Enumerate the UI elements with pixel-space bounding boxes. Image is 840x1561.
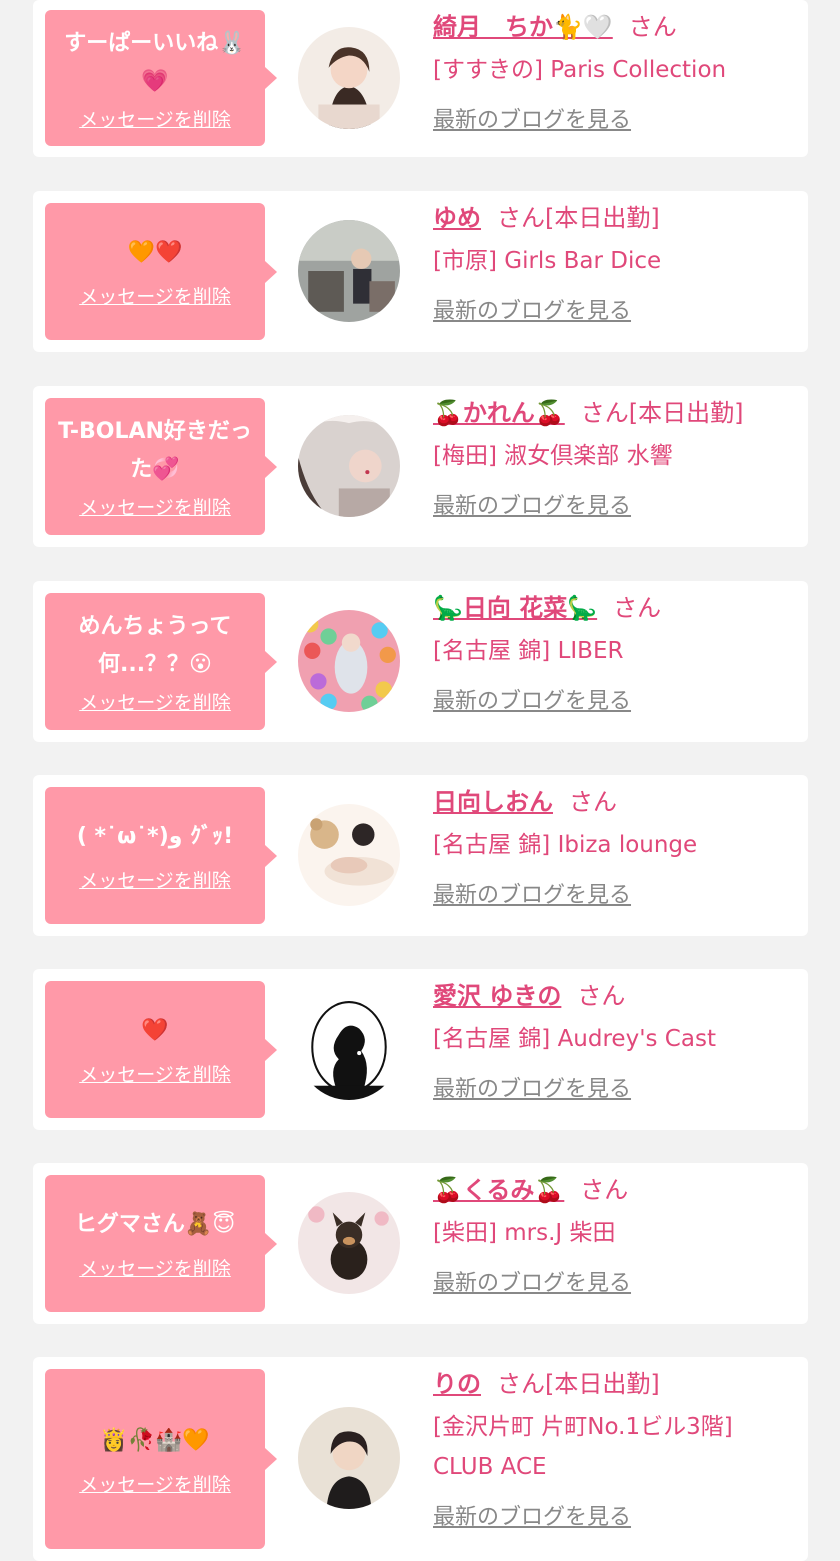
honorific: さん	[569, 788, 617, 816]
cast-name-link[interactable]: りの	[433, 1370, 481, 1398]
honorific: さん	[628, 13, 677, 41]
honorific: さん	[577, 982, 626, 1010]
avatar-photo-flowers	[298, 415, 400, 517]
honorific: さん	[613, 594, 662, 622]
avatar-photo-room	[298, 220, 400, 322]
shop-name: [名古屋 錦] Ibiza lounge	[433, 832, 698, 858]
delete-message-link[interactable]: メッセージを削除	[79, 105, 231, 132]
shop-name: [金沢片町 片町No.1ビル3階] CLUB ACE	[433, 1414, 733, 1480]
avatar[interactable]	[298, 1192, 400, 1294]
message-text: ❤️	[141, 1018, 169, 1043]
message-card: めんちょうって何...？？😮 メッセージを削除 🦕日向 花菜🦕 さん [名古屋 錦…	[33, 581, 808, 742]
latest-blog-link[interactable]: 最新のブログを見る	[433, 877, 631, 909]
cast-name-link[interactable]: 🍒くるみ🍒	[433, 1176, 564, 1204]
avatar[interactable]	[298, 1407, 400, 1509]
delete-message-link[interactable]: メッセージを削除	[79, 1060, 231, 1087]
message-text: ( *˙ω˙*)و ｸﾞｯ!	[76, 824, 234, 849]
message-text: T-BOLAN好きだった💞	[58, 419, 252, 482]
cast-info: 🍒くるみ🍒 さん [柴田] mrs.J 柴田 最新のブログを見る	[433, 1171, 794, 1297]
avatar-photo-balls	[298, 610, 400, 712]
cast-info: ゆめ さん[本日出勤] [市原] Girls Bar Dice 最新のブログを見る	[433, 199, 794, 325]
shop-name: [名古屋 錦] Audrey's Cast	[433, 1026, 716, 1052]
cast-info: 愛沢 ゆきの さん [名古屋 錦] Audrey's Cast 最新のブログを見る	[433, 977, 794, 1103]
cast-info: 綺月 ちか🐈🤍 さん [すすきの] Paris Collection 最新のブログ…	[433, 8, 794, 134]
message-card: ( *˙ω˙*)و ｸﾞｯ! メッセージを削除 日向しおん さん [名古屋 錦] …	[33, 775, 808, 936]
delete-message-link[interactable]: メッセージを削除	[79, 866, 231, 893]
avatar[interactable]	[298, 27, 400, 129]
message-bubble: ( *˙ω˙*)و ｸﾞｯ! メッセージを削除	[45, 787, 277, 924]
status-label: [本日出勤]	[628, 399, 744, 427]
honorific: さん	[497, 204, 545, 232]
delete-message-link[interactable]: メッセージを削除	[79, 282, 231, 309]
latest-blog-link[interactable]: 最新のブログを見る	[433, 1265, 631, 1297]
message-text: 👸🥀🏰🧡	[100, 1427, 210, 1453]
message-text: すーぱーいいね🐰💗	[64, 30, 246, 94]
latest-blog-link[interactable]: 最新のブログを見る	[433, 1071, 631, 1103]
message-text: めんちょうって何...？？😮	[78, 614, 232, 677]
avatar-photo-portrait	[298, 1407, 400, 1509]
latest-blog-link[interactable]: 最新のブログを見る	[433, 102, 631, 134]
delete-message-link[interactable]: メッセージを削除	[79, 1470, 231, 1497]
cast-info: 🦕日向 花菜🦕 さん [名古屋 錦] LIBER 最新のブログを見る	[433, 589, 794, 715]
cast-name-link[interactable]: ゆめ	[433, 204, 481, 232]
avatar[interactable]	[298, 804, 400, 906]
avatar[interactable]	[298, 610, 400, 712]
message-card: すーぱーいいね🐰💗 メッセージを削除 綺月 ちか🐈🤍 さん [すすきの] Pari…	[33, 0, 808, 157]
delete-message-link[interactable]: メッセージを削除	[79, 688, 231, 715]
avatar-logo-silhouette	[298, 998, 400, 1100]
cast-name-link[interactable]: 愛沢 ゆきの	[433, 982, 561, 1010]
latest-blog-link[interactable]: 最新のブログを見る	[433, 488, 631, 520]
shop-name: [すすきの] Paris Collection	[433, 57, 727, 83]
message-bubble: すーぱーいいね🐰💗 メッセージを削除	[45, 10, 277, 146]
shop-name: [柴田] mrs.J 柴田	[433, 1220, 616, 1246]
shop-name: [梅田] 淑女倶楽部 水響	[433, 443, 673, 469]
cast-name-link[interactable]: 綺月 ちか🐈🤍	[433, 13, 613, 41]
avatar[interactable]	[298, 415, 400, 517]
shop-name: [市原] Girls Bar Dice	[433, 248, 662, 274]
message-card: T-BOLAN好きだった💞 メッセージを削除 🍒かれん🍒 さん[本日出勤] [梅田…	[33, 386, 808, 547]
cast-name-link[interactable]: 🍒かれん🍒	[433, 399, 565, 427]
message-card: 🧡❤️ メッセージを削除 ゆめ さん[本日出勤] [市原] Girls Bar D…	[33, 191, 808, 352]
message-bubble: 🧡❤️ メッセージを削除	[45, 203, 277, 340]
message-bubble: めんちょうって何...？？😮 メッセージを削除	[45, 593, 277, 730]
latest-blog-link[interactable]: 最新のブログを見る	[433, 683, 631, 715]
message-card: ヒグマさん🧸😇 メッセージを削除 🍒くるみ🍒 さん [柴田] mrs.J 柴田 最…	[33, 1163, 808, 1324]
message-bubble: ヒグマさん🧸😇 メッセージを削除	[45, 1175, 277, 1312]
cast-info: 🍒かれん🍒 さん[本日出勤] [梅田] 淑女倶楽部 水響 最新のブログを見る	[433, 394, 794, 520]
cast-info: りの さん[本日出勤] [金沢片町 片町No.1ビル3階] CLUB ACE 最新…	[433, 1365, 794, 1531]
avatar-photo-woman	[298, 27, 400, 129]
honorific: さん	[497, 1370, 545, 1398]
latest-blog-link[interactable]: 最新のブログを見る	[433, 1499, 631, 1531]
avatar[interactable]	[298, 220, 400, 322]
message-bubble: 👸🥀🏰🧡 メッセージを削除	[45, 1369, 277, 1549]
message-card: 👸🥀🏰🧡 メッセージを削除 りの さん[本日出勤] [金沢片町 片町No.1ビル3…	[33, 1357, 808, 1561]
shop-name: [名古屋 錦] LIBER	[433, 638, 624, 664]
delete-message-link[interactable]: メッセージを削除	[79, 493, 231, 520]
honorific: さん	[580, 1176, 629, 1204]
avatar-photo-dog	[298, 1192, 400, 1294]
message-text: 🧡❤️	[127, 240, 183, 265]
honorific: さん	[580, 399, 629, 427]
delete-message-link[interactable]: メッセージを削除	[79, 1254, 231, 1281]
avatar[interactable]	[298, 998, 400, 1100]
cast-name-link[interactable]: 🦕日向 花菜🦕	[433, 594, 597, 622]
cast-info: 日向しおん さん [名古屋 錦] Ibiza lounge 最新のブログを見る	[433, 783, 794, 909]
message-card: ❤️ メッセージを削除 愛沢 ゆきの さん [名古屋 錦] Audrey's Ca…	[33, 969, 808, 1130]
message-bubble: ❤️ メッセージを削除	[45, 981, 277, 1118]
message-bubble: T-BOLAN好きだった💞 メッセージを削除	[45, 398, 277, 535]
status-label: [本日出勤]	[545, 204, 660, 232]
cast-name-link[interactable]: 日向しおん	[433, 788, 553, 816]
avatar-photo-bed	[298, 804, 400, 906]
latest-blog-link[interactable]: 最新のブログを見る	[433, 293, 631, 325]
status-label: [本日出勤]	[545, 1370, 660, 1398]
message-text: ヒグマさん🧸😇	[74, 1212, 236, 1237]
